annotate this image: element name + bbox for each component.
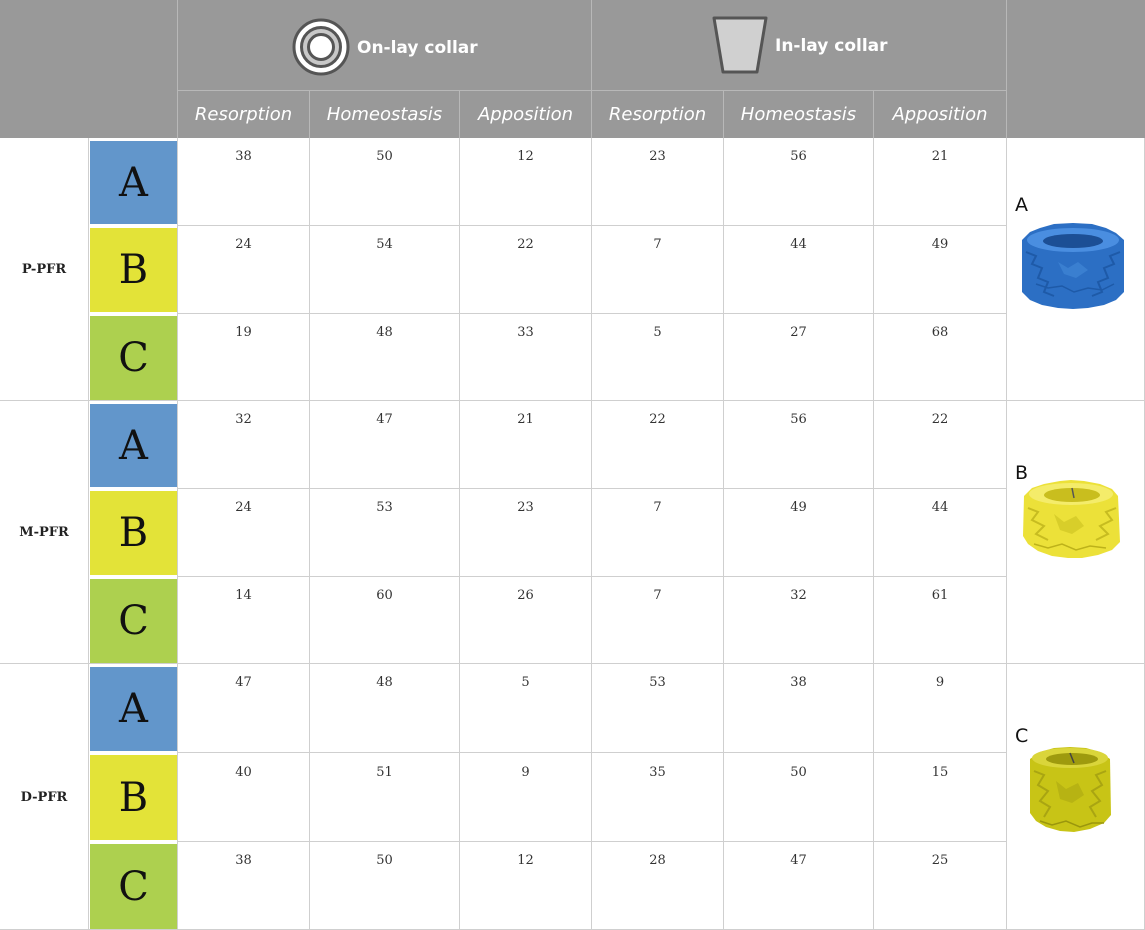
value-cell: 48 [376, 675, 393, 690]
value-cell: 38 [235, 853, 252, 868]
grid-line [178, 225, 1006, 226]
grid-line [723, 138, 724, 930]
row-letter-b: B [90, 491, 177, 575]
blue-collar-model [1022, 223, 1124, 309]
value-cell: 24 [235, 237, 252, 252]
value-cell: 53 [376, 500, 393, 515]
value-cell: 22 [649, 412, 666, 427]
grid-line [88, 138, 89, 930]
value-cell: 49 [931, 237, 949, 252]
value-cell: 33 [517, 325, 534, 340]
value-cell: 23 [649, 149, 666, 164]
grid-line [178, 313, 1006, 314]
trapezoid-icon [712, 16, 768, 74]
value-cell: 21 [931, 149, 949, 164]
value-cell: 12 [517, 853, 534, 868]
header-divider [1006, 0, 1007, 138]
grid-line [459, 138, 460, 930]
value-cell: 44 [790, 237, 807, 252]
group-label-d-pfr: D-PFR [20, 790, 68, 805]
row-letter-a: A [90, 404, 177, 487]
value-cell: 38 [235, 149, 252, 164]
value-cell: 19 [235, 325, 252, 340]
value-cell: 53 [649, 675, 666, 690]
group-divider [0, 663, 1145, 664]
grid-line [1006, 138, 1007, 930]
value-cell: 23 [517, 500, 534, 515]
value-cell: 22 [517, 237, 534, 252]
value-cell: 12 [517, 149, 534, 164]
value-cell: 22 [931, 412, 949, 427]
grid-line [591, 138, 592, 930]
value-cell: 9 [521, 765, 530, 780]
value-cell: 60 [376, 588, 393, 603]
inlay-collar-label: In-lay collar [775, 36, 888, 56]
value-cell: 32 [790, 588, 807, 603]
value-cell: 51 [376, 765, 393, 780]
value-cell: 49 [790, 500, 807, 515]
value-cell: 61 [931, 588, 949, 603]
row-letter-a: A [90, 141, 177, 224]
onlay-collar-label: On-lay collar [357, 38, 478, 58]
value-cell: 28 [649, 853, 666, 868]
value-cell: 5 [521, 675, 530, 690]
value-cell: 25 [931, 853, 949, 868]
value-cell: 7 [653, 237, 662, 252]
value-cell: 50 [790, 765, 807, 780]
subheader-apposition: Apposition [477, 104, 574, 125]
grid-line [873, 138, 874, 930]
value-cell: 15 [931, 765, 949, 780]
grid-line [177, 138, 178, 930]
value-cell: 56 [790, 412, 807, 427]
value-cell: 50 [376, 149, 393, 164]
value-cell: 48 [376, 325, 393, 340]
row-letter-c: C [90, 579, 177, 663]
group-divider [0, 400, 1145, 401]
subheader-homeostasis: Homeostasis [740, 104, 857, 125]
value-cell: 21 [517, 412, 534, 427]
subheader-resorption: Resorption [194, 104, 293, 125]
header-divider [178, 90, 1006, 91]
grid-line [178, 488, 1006, 489]
subheader-apposition: Apposition [892, 104, 988, 125]
group-label-p-pfr: P-PFR [21, 262, 67, 277]
grid-line [178, 576, 1006, 577]
value-cell: 35 [649, 765, 666, 780]
value-cell: 26 [517, 588, 534, 603]
group-label-m-pfr: M-PFR [19, 525, 69, 540]
value-cell: 9 [935, 675, 945, 690]
value-cell: 47 [376, 412, 393, 427]
value-cell: 14 [235, 588, 252, 603]
value-cell: 27 [790, 325, 807, 340]
value-cell: 7 [653, 500, 662, 515]
value-cell: 50 [376, 853, 393, 868]
value-cell: 7 [653, 588, 662, 603]
results-table: On-lay collar In-lay collar Resorption H… [0, 0, 1145, 930]
grid-line [309, 138, 310, 930]
row-letter-a: A [90, 667, 177, 751]
yellow-collar-model [1023, 480, 1120, 558]
value-cell: 5 [653, 325, 662, 340]
olive-collar-model [1030, 747, 1111, 832]
value-cell: 68 [931, 325, 949, 340]
value-cell: 56 [790, 149, 807, 164]
row-letter-c: C [90, 316, 177, 400]
grid-line [178, 752, 1006, 753]
row-letter-b: B [90, 755, 177, 840]
subheader-resorption: Resorption [608, 104, 707, 125]
value-cell: 38 [790, 675, 807, 690]
ring-icon [292, 18, 350, 76]
value-cell: 47 [790, 853, 807, 868]
subheader-homeostasis: Homeostasis [326, 104, 443, 125]
value-cell: 32 [235, 412, 252, 427]
row-letter-c: C [90, 844, 177, 929]
value-cell: 24 [235, 500, 252, 515]
value-cell: 54 [376, 237, 393, 252]
value-cell: 47 [235, 675, 252, 690]
row-letter-b: B [90, 228, 177, 312]
grid-line [178, 841, 1006, 842]
value-cell: 44 [931, 500, 949, 515]
value-cell: 40 [235, 765, 252, 780]
